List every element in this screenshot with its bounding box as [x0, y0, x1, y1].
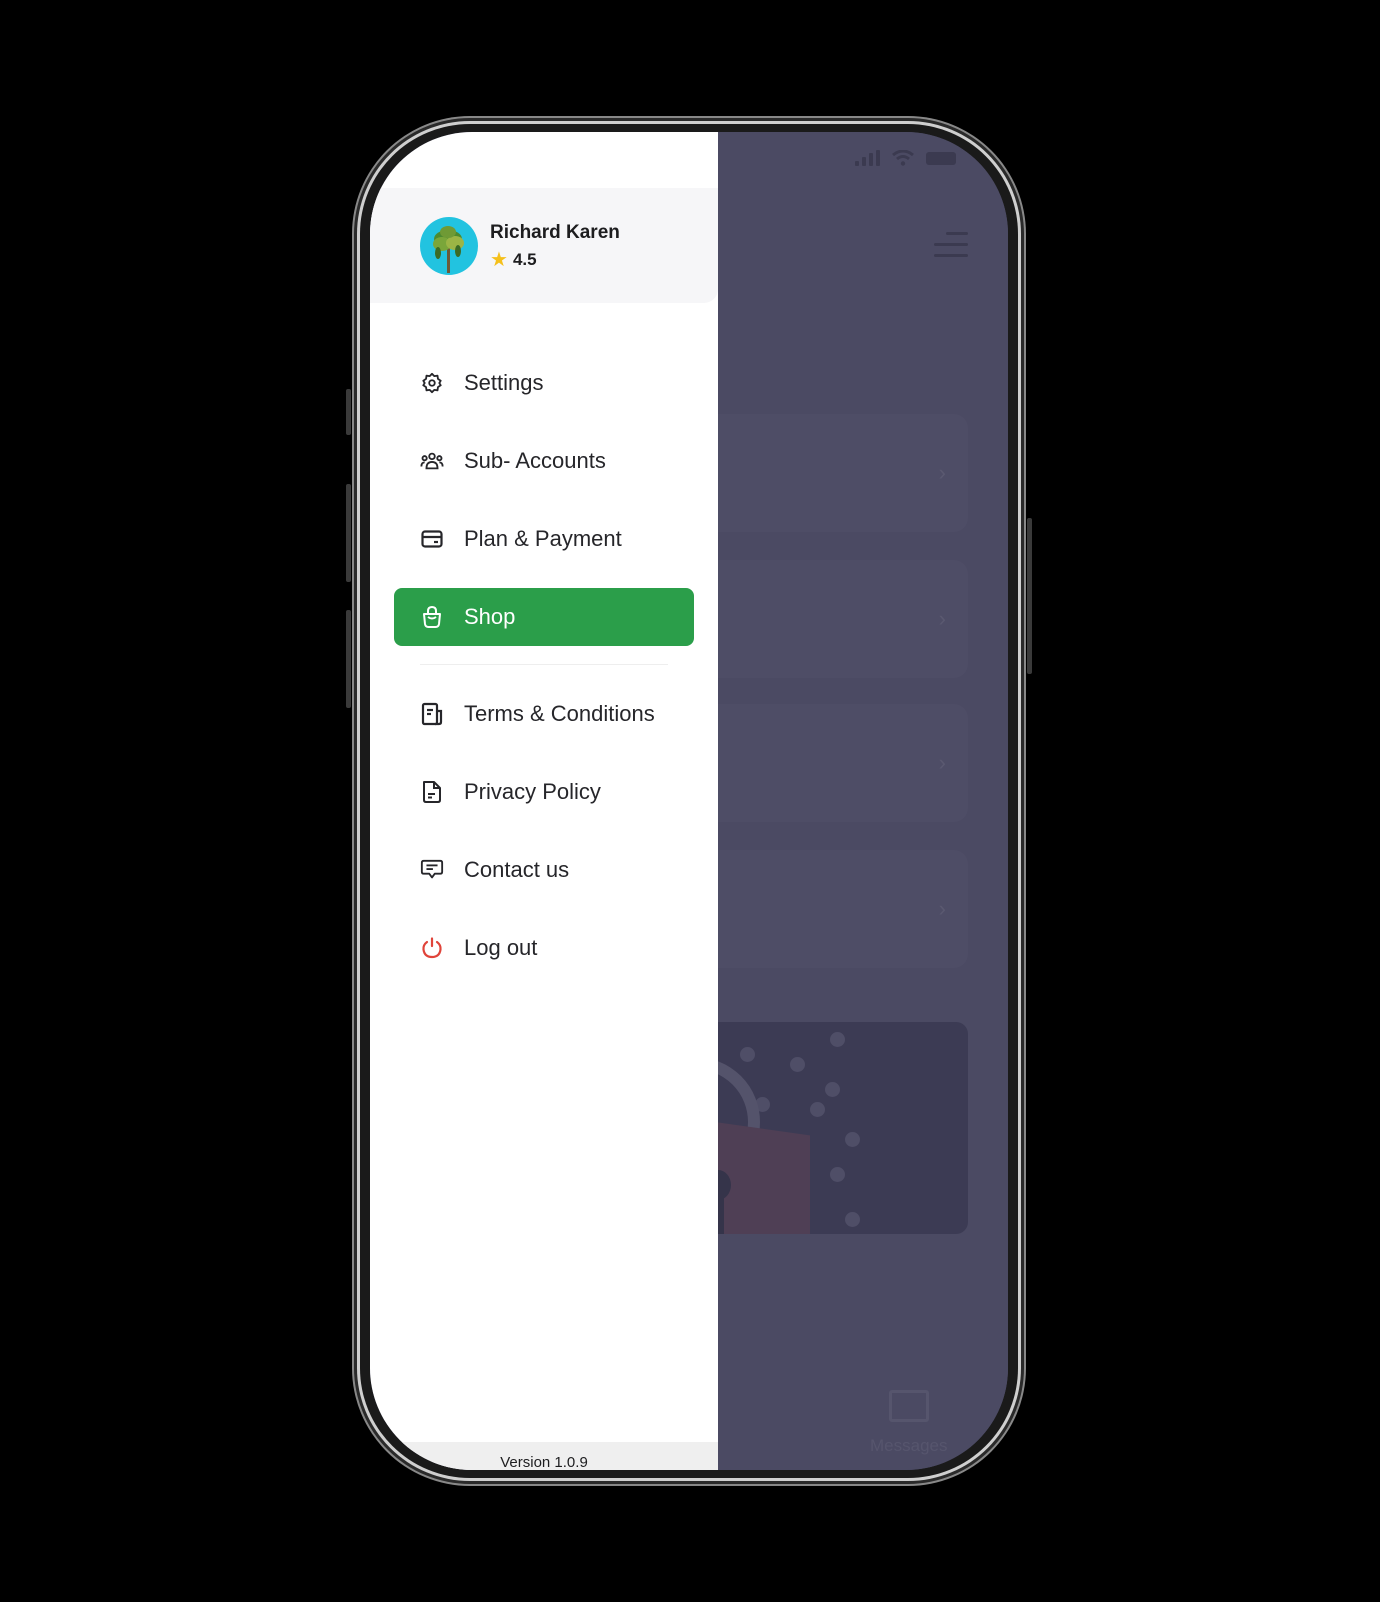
- menu-item-contact-us[interactable]: Contact us: [370, 841, 718, 899]
- wifi-icon: [892, 150, 914, 166]
- menu-item-terms-conditions[interactable]: Terms & Conditions: [370, 685, 718, 743]
- menu-item-sub-accounts[interactable]: Sub- Accounts: [370, 432, 718, 490]
- tab-label: Messages: [870, 1436, 948, 1455]
- menu-divider: [420, 664, 668, 665]
- phone-frame: › › rs › es ›: [346, 124, 1032, 1478]
- power-icon: [420, 936, 444, 960]
- shopping-bag-icon: [420, 605, 444, 629]
- menu-item-log-out[interactable]: Log out: [370, 919, 718, 977]
- screen: › › rs › es ›: [370, 132, 1008, 1470]
- file-icon: [420, 780, 444, 804]
- volume-down-button: [346, 610, 351, 708]
- rating-value: 4.5: [512, 250, 537, 269]
- menu-item-label: Sub- Accounts: [464, 448, 606, 473]
- menu-item-label: Plan & Payment: [464, 526, 622, 551]
- signal-icon: [855, 150, 880, 166]
- battery-icon: [926, 151, 956, 165]
- gear-icon: [420, 371, 444, 395]
- menu-item-label: Contact us: [464, 857, 570, 882]
- avatar[interactable]: [420, 217, 478, 275]
- tab-messages[interactable]: Messages: [870, 1390, 947, 1456]
- hamburger-menu-icon[interactable]: [934, 232, 968, 265]
- menu-item-settings[interactable]: Settings: [370, 354, 718, 412]
- drawer-menu: Settings Sub- Accounts Plan & Payment Sh…: [370, 354, 718, 997]
- chevron-right-icon: ›: [938, 750, 946, 775]
- user-rating: ★ 4.5: [490, 250, 537, 270]
- menu-item-label: Privacy Policy: [464, 779, 601, 804]
- menu-item-label: Settings: [464, 370, 544, 395]
- chevron-right-icon: ›: [938, 606, 946, 631]
- power-button: [1027, 518, 1032, 674]
- profile-header[interactable]: Richard Karen ★ 4.5: [370, 188, 718, 303]
- menu-item-label: Shop: [464, 604, 516, 629]
- message-icon: [420, 858, 444, 882]
- credit-card-icon: [420, 527, 444, 551]
- app-version: Version 1.0.9: [370, 1442, 718, 1470]
- star-icon: ★: [490, 249, 508, 271]
- document-icon: [420, 702, 444, 726]
- chevron-right-icon: ›: [938, 896, 946, 921]
- chevron-right-icon: ›: [938, 460, 946, 485]
- menu-item-label: Terms & Conditions: [464, 701, 655, 726]
- menu-item-label: Log out: [464, 935, 538, 960]
- users-icon: [420, 449, 444, 473]
- chat-icon: [888, 1390, 929, 1422]
- navigation-drawer: Richard Karen ★ 4.5 Settings Sub- Accoun…: [370, 132, 718, 1470]
- volume-up-button: [346, 484, 351, 582]
- palm-tree-avatar-icon: [433, 226, 464, 273]
- silent-switch: [346, 389, 351, 435]
- menu-item-privacy-policy[interactable]: Privacy Policy: [370, 763, 718, 821]
- menu-item-shop[interactable]: Shop: [394, 588, 694, 646]
- menu-item-plan-payment[interactable]: Plan & Payment: [370, 510, 718, 568]
- user-name: Richard Karen: [490, 222, 620, 243]
- status-bar: [855, 150, 956, 166]
